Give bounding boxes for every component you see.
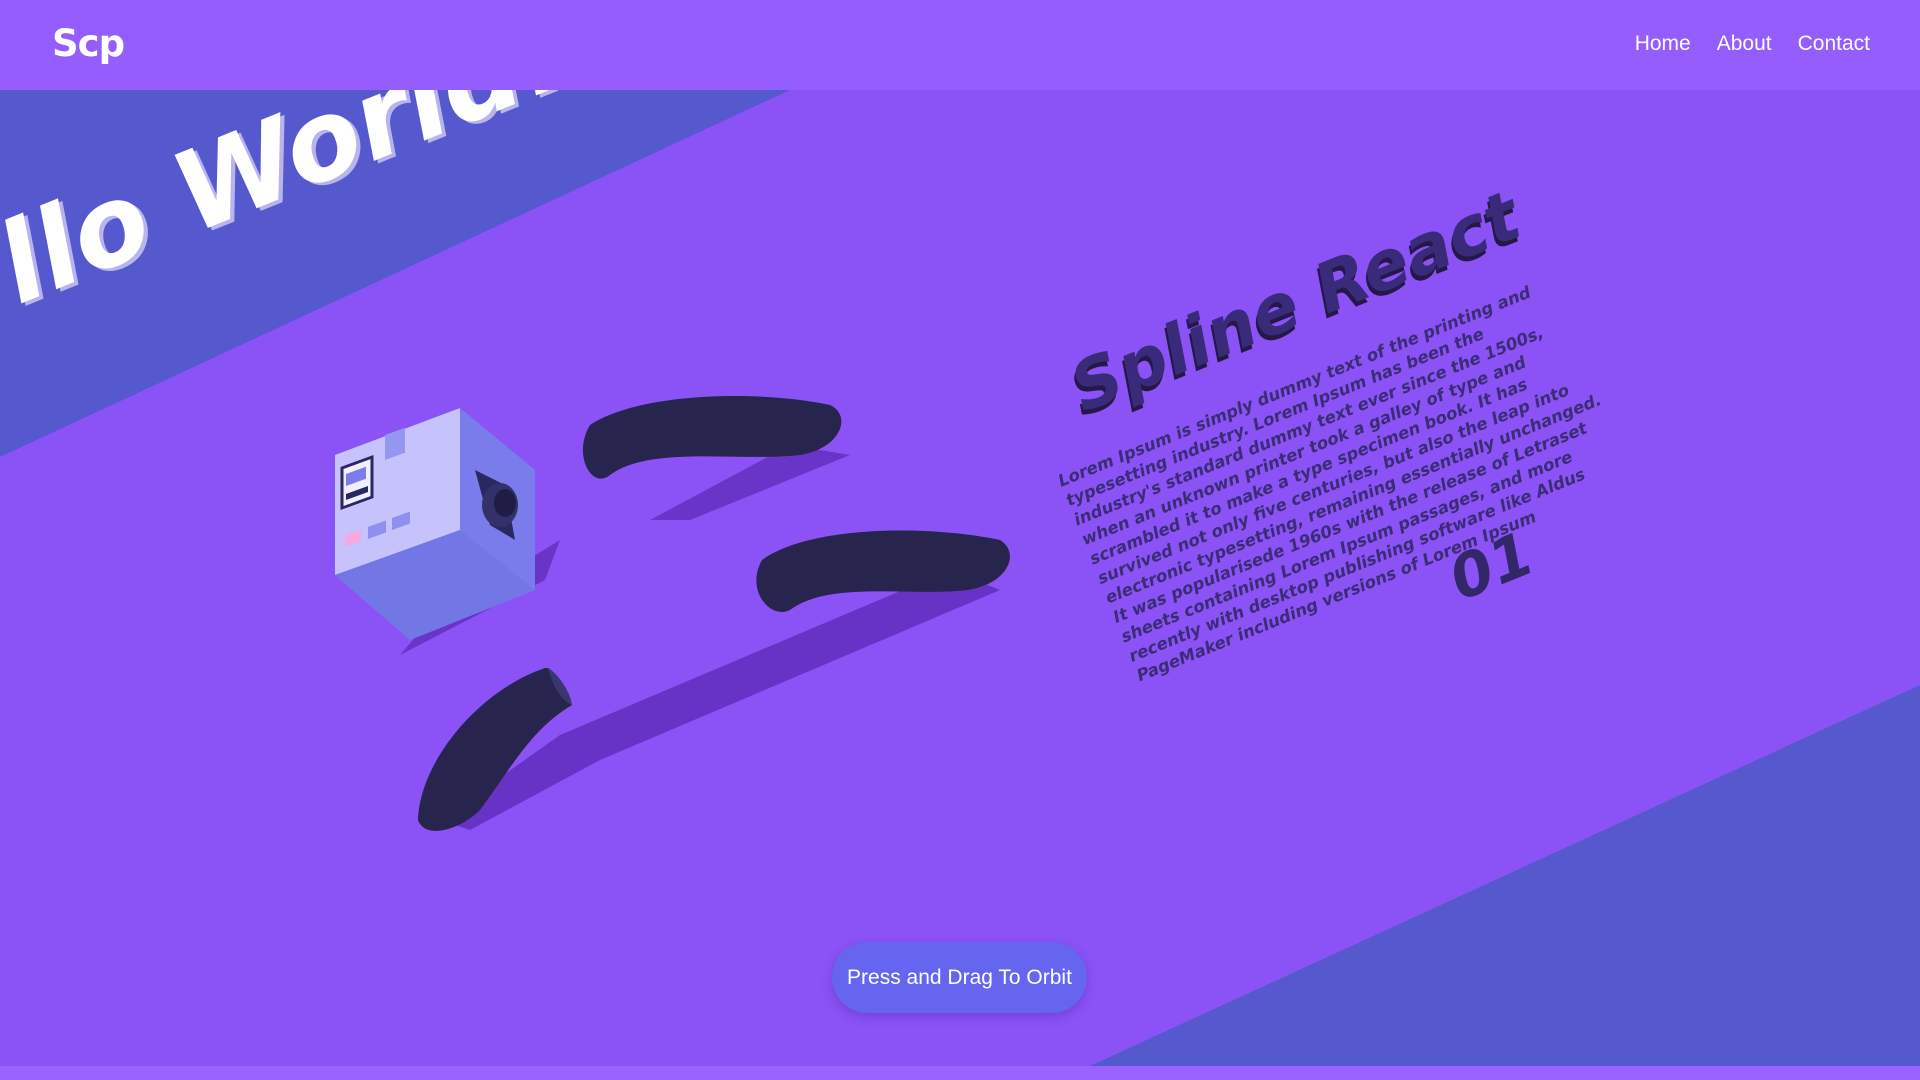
nav-about-link[interactable]: About (1717, 32, 1772, 56)
nav-links: Home About Contact (1635, 32, 1870, 56)
nav-contact-link[interactable]: Contact (1798, 32, 1870, 56)
nav-home-link[interactable]: Home (1635, 32, 1691, 56)
spline-3d-scene[interactable]: llo World! Spline React Lorem Ipsum is s… (0, 0, 1920, 1080)
drag-to-orbit-button[interactable]: Press and Drag To Orbit (832, 942, 1087, 1013)
site-logo[interactable]: Scp (52, 22, 125, 65)
bottom-strip (0, 1066, 1920, 1080)
bottom-right-band (1090, 685, 1920, 1066)
top-navbar: Scp Home About Contact (0, 0, 1920, 90)
cube-object[interactable] (335, 408, 535, 640)
